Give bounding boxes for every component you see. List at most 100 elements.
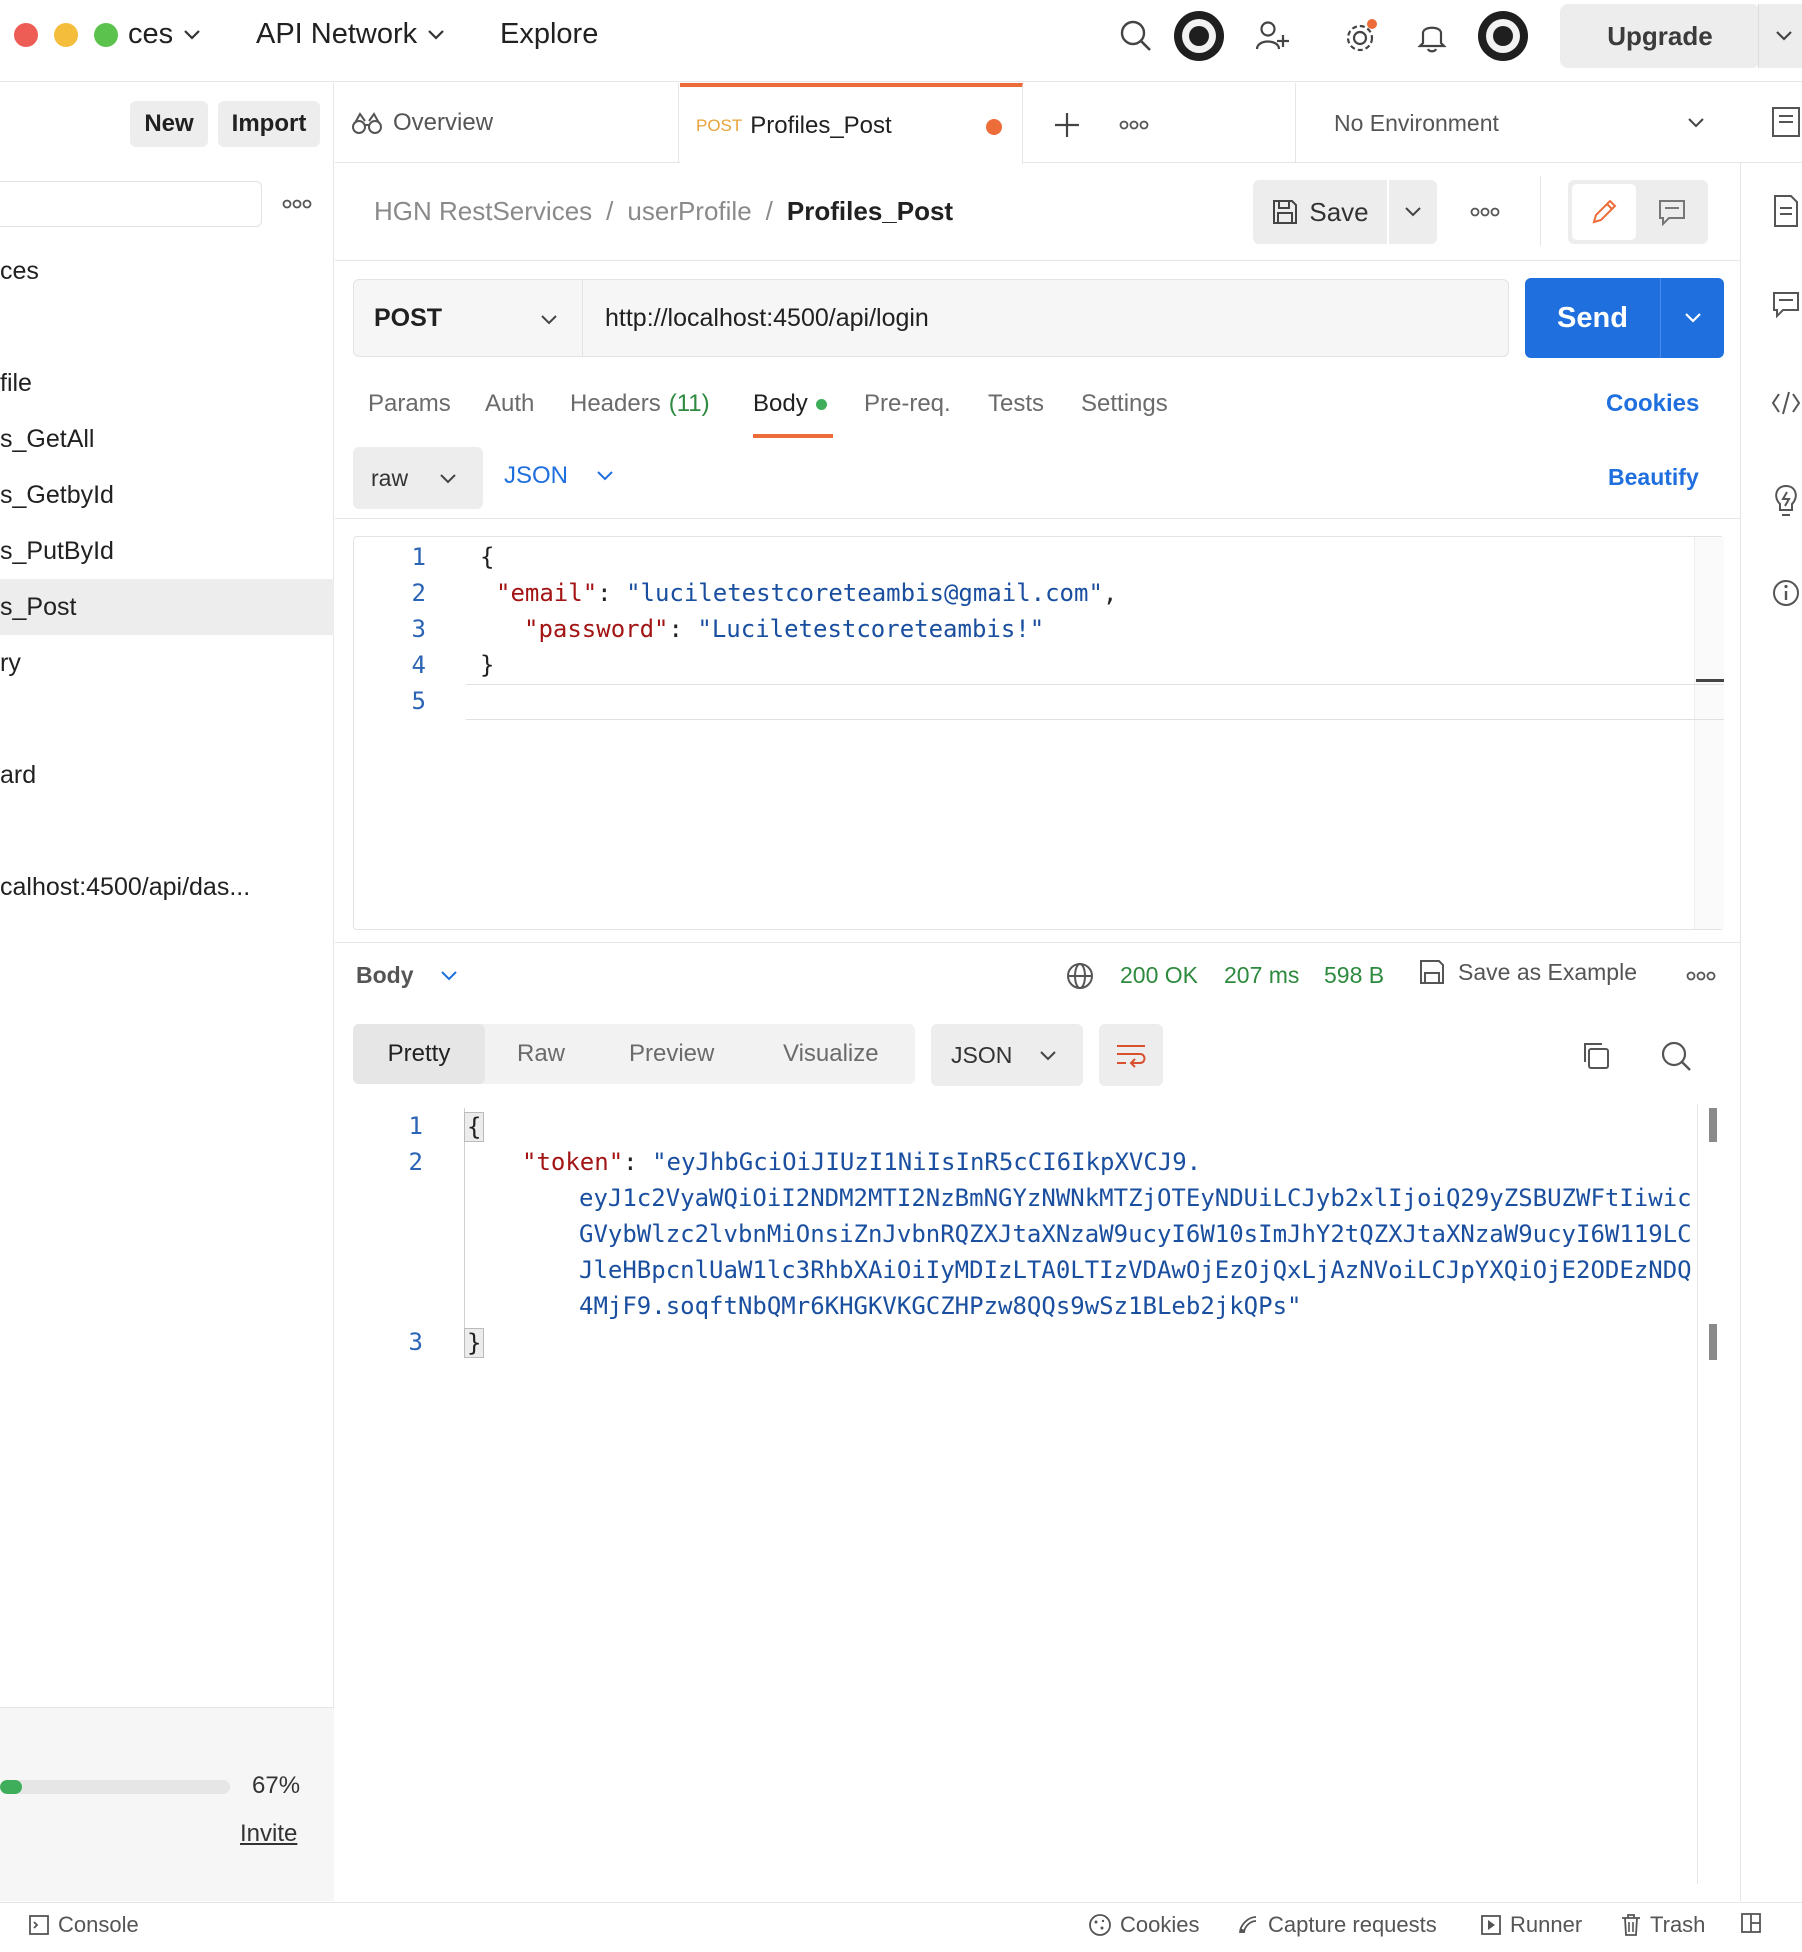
url-input[interactable]: http://localhost:4500/api/login xyxy=(583,279,1509,357)
cookies-link[interactable]: Cookies xyxy=(1606,390,1699,418)
breadcrumb-collection[interactable]: HGN RestServices xyxy=(374,196,592,227)
response-size[interactable]: 598 B xyxy=(1324,962,1384,989)
api-network-menu[interactable]: API Network xyxy=(256,18,445,51)
upgrade-dropdown-button[interactable] xyxy=(1758,4,1802,68)
save-as-example-button[interactable]: Save as Example xyxy=(1418,958,1637,986)
method-select[interactable]: POST xyxy=(353,279,583,357)
wrap-lines-icon[interactable] xyxy=(1099,1024,1163,1086)
team-avatar[interactable] xyxy=(1174,11,1224,61)
tab-prereq[interactable]: Pre-req. xyxy=(864,390,951,418)
breadcrumb-folder[interactable]: userProfile xyxy=(627,196,751,227)
comment-icon[interactable] xyxy=(1640,184,1704,240)
more-options-icon[interactable] xyxy=(280,189,314,219)
body-language-select[interactable]: JSON xyxy=(504,462,614,490)
environment-selector[interactable]: No Environment xyxy=(1295,83,1735,163)
response-more-options-icon[interactable] xyxy=(1684,964,1718,988)
chevron-down-icon xyxy=(541,315,557,325)
send-button[interactable]: Send xyxy=(1525,278,1660,358)
tab-overview[interactable]: Overview xyxy=(335,83,679,163)
method-value: POST xyxy=(374,303,443,332)
body-mode-select[interactable]: raw xyxy=(353,447,483,509)
response-status[interactable]: 200 OK xyxy=(1120,962,1198,989)
save-button[interactable]: Save xyxy=(1253,180,1387,244)
editor-scrollbar[interactable] xyxy=(1694,537,1724,929)
environment-quick-look-icon[interactable] xyxy=(1770,103,1802,143)
console-button[interactable]: Console xyxy=(28,1912,139,1938)
tab-headers[interactable]: Headers (11) xyxy=(570,390,710,418)
editor-scroll-thumb[interactable] xyxy=(1696,679,1724,682)
edit-pencil-icon[interactable] xyxy=(1572,184,1636,240)
sidebar-item[interactable]: s_GetbyId xyxy=(0,467,334,523)
invite-user-icon[interactable] xyxy=(1252,16,1292,56)
sidebar-item[interactable]: ry xyxy=(0,635,334,691)
sidebar-item-label: ry xyxy=(0,648,21,677)
code-line: } xyxy=(480,651,495,679)
tab-visualize[interactable]: Visualize xyxy=(783,1040,879,1068)
tab-params[interactable]: Params xyxy=(368,390,451,418)
breadcrumb: HGN RestServices / userProfile / Profile… xyxy=(374,196,953,227)
tab-settings[interactable]: Settings xyxy=(1081,390,1168,418)
sidebar-item[interactable]: s_PutById xyxy=(0,523,334,579)
copy-icon[interactable] xyxy=(1578,1038,1614,1074)
save-as-example-label: Save as Example xyxy=(1458,958,1637,985)
info-icon[interactable] xyxy=(1771,575,1801,611)
unsaved-dot[interactable] xyxy=(986,119,1002,135)
sidebar-item[interactable]: s_GetAll xyxy=(0,411,334,467)
close-window-button[interactable] xyxy=(14,23,38,47)
send-dropdown-button[interactable] xyxy=(1660,278,1724,358)
request-more-options-icon[interactable] xyxy=(1468,200,1502,224)
json-key: "token" xyxy=(522,1148,624,1176)
cookies-status-button[interactable]: Cookies xyxy=(1088,1912,1199,1938)
minimize-window-button[interactable] xyxy=(54,23,78,47)
sidebar-item[interactable]: ces xyxy=(0,243,334,299)
beautify-button[interactable]: Beautify xyxy=(1608,464,1699,491)
sidebar-item-label: s_GetbyId xyxy=(0,480,114,509)
upgrade-button[interactable]: Upgrade xyxy=(1560,4,1760,68)
globe-icon[interactable] xyxy=(1064,960,1096,992)
code-line: GVybWlzc2lvbnMiOnsiZnJvbnRQZXJtaXNzaW9uc… xyxy=(579,1220,1692,1248)
import-button[interactable]: Import xyxy=(218,101,320,147)
new-button[interactable]: New xyxy=(130,101,208,147)
search-response-icon[interactable] xyxy=(1658,1038,1694,1074)
sidebar-item[interactable]: calhost:4500/api/das... xyxy=(0,859,334,915)
sidebar-item-selected[interactable]: s_Post xyxy=(0,579,334,635)
tab-auth[interactable]: Auth xyxy=(485,390,534,418)
sidebar: New Import ces file s_GetAll s_GetbyId s… xyxy=(0,83,334,1901)
save-label: Save xyxy=(1309,196,1369,227)
line-number: 3 xyxy=(411,615,426,643)
tab-tests[interactable]: Tests xyxy=(988,390,1044,418)
more-tabs-icon[interactable] xyxy=(1117,113,1151,137)
tab-preview[interactable]: Preview xyxy=(629,1040,714,1068)
scroll-marker xyxy=(1709,1324,1717,1360)
comments-icon[interactable] xyxy=(1771,287,1801,323)
notifications-bell-icon[interactable] xyxy=(1412,16,1452,56)
invite-link[interactable]: Invite xyxy=(240,1820,297,1848)
sidebar-item[interactable]: ard xyxy=(0,747,334,803)
new-tab-plus-icon[interactable] xyxy=(1047,105,1087,145)
tab-profiles-post[interactable]: POST Profiles_Post xyxy=(680,83,1023,164)
response-time[interactable]: 207 ms xyxy=(1224,962,1299,989)
cookie-icon xyxy=(1089,1914,1111,1936)
response-language-select[interactable]: JSON xyxy=(931,1024,1083,1086)
search-icon[interactable] xyxy=(1116,16,1156,56)
lightbulb-icon[interactable] xyxy=(1771,481,1801,521)
code-snippet-icon[interactable] xyxy=(1771,385,1801,421)
workspace-menu[interactable]: ces xyxy=(128,18,201,51)
tab-raw[interactable]: Raw xyxy=(517,1040,565,1068)
sidebar-search-input[interactable] xyxy=(0,181,262,227)
runner-button[interactable]: Runner xyxy=(1480,1912,1582,1938)
code-line: { xyxy=(480,543,495,571)
layout-toggle-icon[interactable] xyxy=(1740,1912,1762,1934)
documentation-icon[interactable] xyxy=(1771,191,1801,231)
user-avatar[interactable] xyxy=(1478,11,1528,61)
tab-body[interactable]: Body xyxy=(753,390,827,418)
save-dropdown-button[interactable] xyxy=(1389,180,1437,244)
sidebar-item[interactable]: file xyxy=(0,355,334,411)
response-section-select[interactable]: Body xyxy=(356,962,458,989)
maximize-window-button[interactable] xyxy=(94,23,118,47)
explore-link[interactable]: Explore xyxy=(500,18,598,51)
capture-requests-button[interactable]: Capture requests xyxy=(1236,1912,1437,1938)
settings-gear-icon[interactable] xyxy=(1340,16,1382,58)
trash-button[interactable]: Trash xyxy=(1620,1912,1705,1938)
tab-pretty[interactable]: Pretty xyxy=(353,1024,485,1084)
